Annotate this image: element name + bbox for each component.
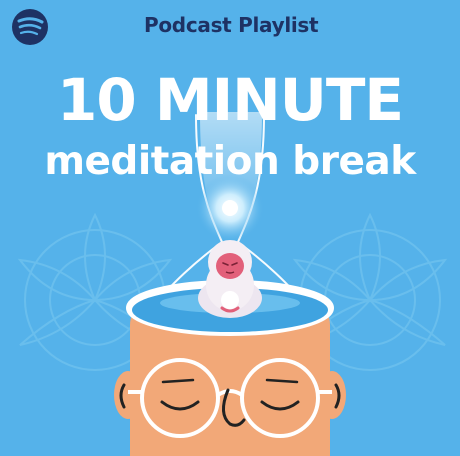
left-ear (114, 371, 142, 419)
right-ear (318, 371, 346, 419)
playlist-cover: Podcast Playlist 10 MINUTE meditation br… (0, 0, 460, 456)
title-line-2: meditation break (44, 139, 416, 184)
spotify-logo-icon (12, 9, 48, 45)
title-line-1: 10 MINUTE (56, 66, 404, 134)
header-label: Podcast Playlist (144, 13, 319, 37)
